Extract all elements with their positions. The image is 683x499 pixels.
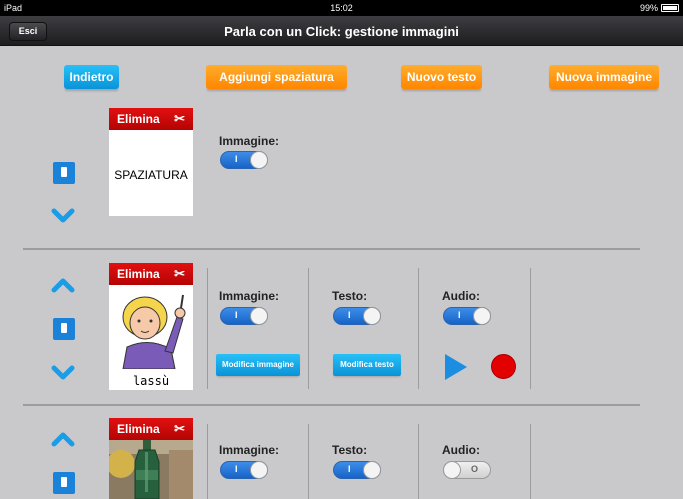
audio-label: Audio: [442, 443, 480, 457]
play-icon[interactable] [445, 354, 467, 380]
delete-button[interactable]: Elimina ✂ [109, 108, 193, 130]
delete-button[interactable]: Elimina ✂ [109, 263, 193, 285]
new-image-button[interactable]: Nuova immagine [549, 65, 659, 89]
delete-label: Elimina [117, 267, 160, 281]
clock: 15:02 [330, 3, 353, 13]
toggle-glyph: O [470, 464, 478, 474]
scissors-icon: ✂ [174, 266, 185, 281]
navigation-bar: Esci Parla con un Click: gestione immagi… [0, 16, 683, 46]
image-label: Immagine: [219, 134, 280, 148]
card-text: SPAZIATURA [114, 168, 188, 182]
add-spacing-button[interactable]: Aggiungi spaziatura [206, 65, 347, 89]
image-toggle[interactable]: I [220, 461, 268, 479]
move-down-icon[interactable] [50, 360, 76, 386]
row-divider [23, 404, 640, 406]
new-text-button[interactable]: Nuovo testo [401, 65, 482, 89]
toggle-glyph: I [235, 464, 238, 474]
girl-pointing-up-picture [122, 294, 186, 369]
image-label: Immagine: [219, 443, 280, 457]
text-toggle[interactable]: I [333, 307, 381, 325]
edit-image-button[interactable]: Modifica immagine [216, 354, 300, 376]
move-up-icon[interactable] [50, 272, 76, 298]
row-divider [23, 248, 640, 250]
text-toggle[interactable]: I [333, 461, 381, 479]
spacing-card: Elimina ✂ SPAZIATURA [109, 108, 193, 216]
bottle-photo [109, 440, 193, 499]
battery-icon [661, 4, 679, 12]
image-toggle[interactable]: I [220, 151, 268, 169]
document-icon[interactable] [53, 472, 75, 494]
record-icon[interactable] [491, 354, 516, 379]
edit-text-button[interactable]: Modifica testo [333, 354, 401, 376]
image-card: Elimina ✂ lassù [109, 263, 193, 390]
image-toggle[interactable]: I [220, 307, 268, 325]
document-icon[interactable] [53, 162, 75, 184]
back-button[interactable]: Indietro [64, 65, 119, 89]
move-up-icon[interactable] [50, 426, 76, 452]
delete-button[interactable]: Elimina ✂ [109, 418, 193, 440]
text-label: Testo: [332, 443, 368, 457]
text-label: Testo: [332, 289, 368, 303]
delete-label: Elimina [117, 112, 160, 126]
card-caption: lassù [132, 374, 170, 388]
audio-toggle[interactable]: O [443, 461, 491, 479]
move-down-icon[interactable] [50, 203, 76, 229]
photo-card: Elimina ✂ [109, 418, 193, 499]
battery-percent: 99% [639, 3, 658, 13]
toggle-glyph: I [235, 310, 238, 320]
status-bar: iPad 15:02 99% [0, 0, 683, 16]
toggle-glyph: I [235, 154, 238, 164]
toggle-glyph: I [458, 310, 461, 320]
document-icon[interactable] [53, 318, 75, 340]
delete-label: Elimina [117, 422, 160, 436]
toggle-glyph: I [348, 464, 351, 474]
page-title: Parla con un Click: gestione immagini [224, 24, 459, 39]
scissors-icon: ✂ [174, 421, 185, 436]
toggle-glyph: I [348, 310, 351, 320]
audio-toggle[interactable]: I [443, 307, 491, 325]
scissors-icon: ✂ [174, 111, 185, 126]
image-label: Immagine: [219, 289, 280, 303]
audio-label: Audio: [442, 289, 480, 303]
